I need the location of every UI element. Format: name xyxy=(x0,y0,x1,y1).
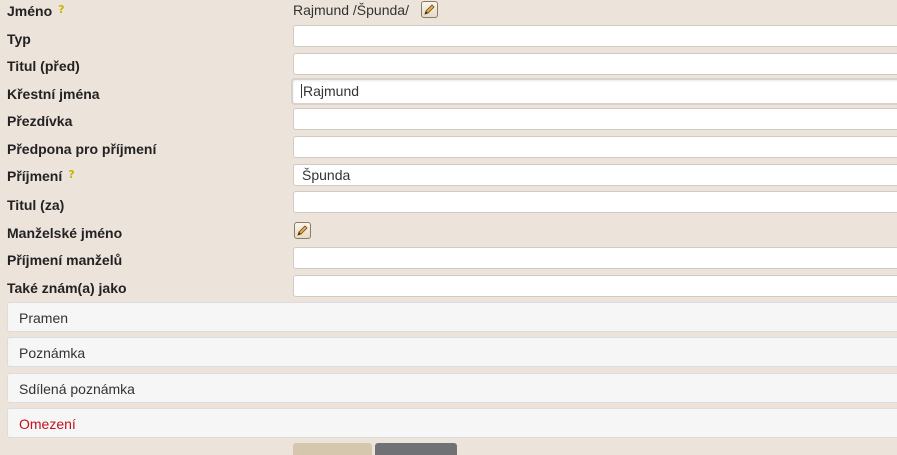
predpona-field[interactable] xyxy=(293,136,897,158)
typ-field[interactable] xyxy=(293,25,897,47)
prezdivka-field[interactable] xyxy=(293,108,897,130)
section-poznamka[interactable]: Poznámka xyxy=(7,337,897,367)
edit-pencil-icon[interactable] xyxy=(294,222,311,239)
full-name-value: Rajmund /Špunda/ xyxy=(293,2,409,18)
label-manzelske-jmeno: Manželské jméno xyxy=(7,225,123,241)
section-sdilena-poznamka[interactable]: Sdílená poznámka xyxy=(7,373,897,403)
cancel-button[interactable] xyxy=(375,443,457,455)
help-icon[interactable]: ? xyxy=(68,168,74,181)
krestni-jmena-value: Rajmund xyxy=(303,83,360,99)
label-titul-pred: Titul (před) xyxy=(7,58,80,74)
text-caret xyxy=(301,84,302,98)
prijmeni-manzelu-field[interactable] xyxy=(293,247,897,269)
section-pramen[interactable]: Pramen xyxy=(7,302,897,332)
label-prijmeni: Příjmení? xyxy=(7,168,75,184)
label-jmeno: Jméno? xyxy=(7,3,65,19)
label-prijmeni-manzelu: Příjmení manželů xyxy=(7,252,123,268)
label-titul-za: Titul (za) xyxy=(7,197,65,213)
titul-za-field[interactable] xyxy=(293,191,897,213)
label-prezdivka: Přezdívka xyxy=(7,113,73,129)
help-icon[interactable]: ? xyxy=(58,3,64,16)
label-predpona: Předpona pro příjmení xyxy=(7,141,157,157)
titul-pred-field[interactable] xyxy=(293,53,897,75)
label-take-znam-jako: Také znám(a) jako xyxy=(7,280,127,296)
label-typ: Typ xyxy=(7,31,31,47)
edit-pencil-icon[interactable] xyxy=(421,1,438,18)
section-omezeni[interactable]: Omezení xyxy=(7,408,897,438)
prijmeni-field[interactable]: Špunda xyxy=(293,164,897,186)
save-button[interactable] xyxy=(293,443,372,455)
take-znam-jako-field[interactable] xyxy=(293,275,897,297)
krestni-jmena-field[interactable]: Rajmund xyxy=(291,78,897,105)
label-krestni-jmena: Křestní jména xyxy=(7,86,100,102)
